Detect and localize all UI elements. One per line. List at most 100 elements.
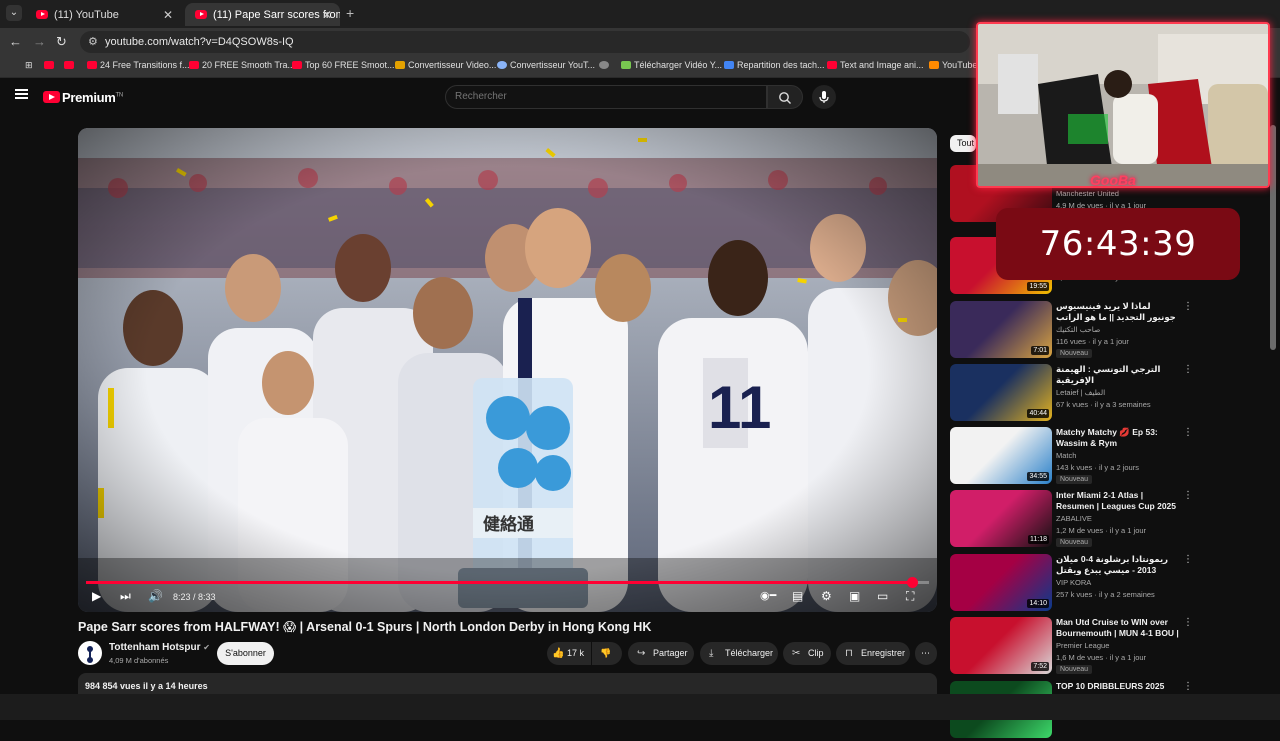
more-icon[interactable]: ⋮	[1183, 364, 1193, 375]
search-input[interactable]	[455, 91, 735, 102]
more-icon[interactable]: ⋮	[1183, 617, 1193, 628]
recommended-video[interactable]: 11:18 Inter Miami 2-1 Atlas | Resumen | …	[950, 490, 1193, 550]
like-button[interactable]: 👍 17 k	[547, 642, 591, 665]
bookmark-item[interactable]: Text and Image ani...	[827, 60, 924, 70]
tab-youtube[interactable]: (11) YouTube ✕	[26, 3, 181, 26]
bookmark-item[interactable]: Top 60 FREE Smoot...	[292, 60, 395, 70]
tab-video[interactable]: (11) Pape Sarr scores from HALF ✕	[185, 3, 340, 26]
recommended-video[interactable]: 7:52 Man Utd Cruise to WIN over Bournemo…	[950, 617, 1193, 677]
new-tab-icon[interactable]: +	[346, 5, 354, 21]
thumbs-up-icon: 👍	[552, 648, 565, 659]
download-button[interactable]: ⤓ Télécharger	[700, 642, 778, 665]
bookmark-item[interactable]: YouTube	[929, 60, 977, 70]
recommended-video[interactable]: 40:44 الترجي التونسي : الهيمنة الإفريقية…	[950, 364, 1193, 424]
reload-icon[interactable]: ↻	[56, 34, 67, 50]
progress-bar[interactable]	[86, 577, 929, 588]
video-title[interactable]: لماذا لا يريد فينيسيوس جونيور التجديد ||…	[1056, 301, 1180, 323]
youtube-favicon-icon	[64, 61, 74, 69]
scrollbar[interactable]	[1270, 125, 1276, 350]
channel-name[interactable]: VIP KORA	[1056, 578, 1091, 587]
recommended-video[interactable]: 7:01 لماذا لا يريد فينيسيوس جونيور التجد…	[950, 301, 1193, 361]
time-display: 8:23 / 8:33	[173, 592, 216, 602]
more-icon[interactable]: ⋮	[1183, 490, 1193, 501]
video-thumbnail[interactable]: 40:44	[950, 364, 1052, 421]
more-icon[interactable]: ⋮	[1183, 301, 1193, 312]
youtube-favicon-icon	[195, 10, 207, 19]
video-title[interactable]: ريمونتادا برشلونة 4-0 ميلان 2013 - ميسي …	[1056, 554, 1180, 576]
menu-icon[interactable]	[15, 89, 28, 99]
theater-mode-icon[interactable]: ▭	[877, 589, 888, 603]
video-thumbnail[interactable]: 11:18	[950, 490, 1052, 547]
duration-badge: 40:44	[1027, 409, 1049, 418]
youtube-favicon-icon	[189, 61, 199, 69]
video-title[interactable]: Inter Miami 2-1 Atlas | Resumen | League…	[1056, 490, 1180, 512]
apps-icon[interactable]: ⊞	[12, 60, 33, 71]
channel-name[interactable]: Match	[1056, 451, 1076, 460]
share-icon: ↪	[637, 648, 646, 659]
bookmark-item[interactable]: 20 FREE Smooth Tra...	[189, 60, 295, 70]
more-icon[interactable]: ⋮	[1183, 681, 1193, 692]
video-title[interactable]: Matchy Matchy 💋 Ep 53: Wassim & Rym	[1056, 427, 1180, 449]
play-icon[interactable]: ▶	[92, 589, 101, 603]
video-title[interactable]: TOP 10 DRIBBLEURS 2025	[1056, 681, 1180, 692]
clip-button[interactable]: ✂ Clip	[783, 642, 831, 665]
video-thumbnail[interactable]: 34:55	[950, 427, 1052, 484]
back-icon[interactable]: ←	[9, 34, 22, 49]
webcam-feed	[978, 24, 1268, 186]
bookmark-item[interactable]: Convertisseur YouT...	[497, 60, 595, 70]
channel-name[interactable]: صاحب التكتيك	[1056, 325, 1100, 334]
video-thumbnail[interactable]: 7:52	[950, 617, 1052, 674]
tab-label: (11) Pape Sarr scores from HALF	[213, 9, 340, 21]
forward-icon[interactable]: →	[33, 34, 46, 49]
save-button[interactable]: ⊓ Enregistrer	[836, 642, 910, 665]
search-button[interactable]	[767, 85, 803, 109]
youtube-premium-logo[interactable]: PremiumTN	[62, 90, 123, 105]
settings-icon[interactable]: ⚙	[821, 589, 832, 603]
video-thumbnail[interactable]: 7:01	[950, 301, 1052, 358]
video-title[interactable]: الترجي التونسي : الهيمنة الإفريقية	[1056, 364, 1180, 386]
channel-name[interactable]: Tottenham Hotspur ✔	[109, 642, 210, 653]
channel-name[interactable]: ZABALIVE	[1056, 514, 1092, 523]
recommended-video[interactable]: 14:10 ريمونتادا برشلونة 4-0 ميلان 2013 -…	[950, 554, 1193, 614]
dislike-button[interactable]: 👎	[592, 642, 622, 665]
channel-name[interactable]: Premier League	[1056, 641, 1109, 650]
miniplayer-icon[interactable]: ▣	[849, 589, 860, 603]
filter-chip-all[interactable]: Tout	[950, 135, 976, 152]
download-favicon-icon	[621, 61, 631, 69]
bookmark-item[interactable]: Convertisseur Video...	[395, 60, 496, 70]
spurs-logo-icon	[87, 646, 93, 663]
more-actions-button[interactable]: ⋯	[915, 642, 937, 665]
subtitles-icon[interactable]: ▤	[792, 589, 803, 603]
share-button[interactable]: ↪ Partager	[628, 642, 694, 665]
voice-search-button[interactable]	[812, 85, 836, 109]
address-bar[interactable]: ⚙ youtube.com/watch?v=D4QSOW8s-IQ	[80, 31, 970, 53]
bookmark-item[interactable]: Télécharger Vidéo Y...	[621, 60, 722, 70]
autoplay-toggle[interactable]: ◉━	[760, 589, 776, 602]
video-thumbnail[interactable]: 14:10	[950, 554, 1052, 611]
close-icon[interactable]: ✕	[163, 8, 173, 22]
recommended-video[interactable]: 34:55 Matchy Matchy 💋 Ep 53: Wassim & Ry…	[950, 427, 1193, 487]
more-icon[interactable]: ⋮	[1183, 554, 1193, 565]
more-icon[interactable]: ⋮	[1183, 427, 1193, 438]
close-icon[interactable]: ✕	[322, 8, 332, 22]
video-stats: 257 k vues · il y a 2 semaines	[1056, 590, 1155, 599]
video-title[interactable]: Man Utd Cruise to WIN over Bournemouth |…	[1056, 617, 1180, 639]
subscribe-button[interactable]: S'abonner	[217, 642, 274, 665]
next-icon[interactable]: ⏭	[120, 589, 131, 604]
video-frame: 11 健絡通	[78, 128, 937, 612]
volume-icon[interactable]: 🔊	[148, 589, 163, 603]
channel-name[interactable]: Letaief | الطيف	[1056, 388, 1105, 397]
verified-icon: ✔	[203, 643, 210, 652]
site-info-icon[interactable]: ⚙	[88, 35, 98, 48]
youtube-logo-icon[interactable]	[43, 91, 60, 103]
new-badge: Nouveau	[1056, 665, 1093, 674]
video-title: Pape Sarr scores from HALFWAY! 😱 | Arsen…	[78, 620, 652, 634]
progress-fill	[86, 581, 913, 584]
bookmark-item[interactable]: 24 Free Transitions f...	[87, 60, 190, 70]
tab-search-button[interactable]: ⌄	[6, 5, 22, 21]
fullscreen-icon[interactable]: ⛶	[906, 589, 914, 604]
bookmark-item[interactable]: Repartition des tach...	[724, 60, 825, 70]
video-player[interactable]: 11 健絡通 ▶ ⏭ 🔊 8:23 / 8:33 ◉━	[78, 128, 937, 612]
channel-name[interactable]: Manchester United	[1056, 189, 1119, 198]
channel-avatar[interactable]	[78, 641, 102, 665]
